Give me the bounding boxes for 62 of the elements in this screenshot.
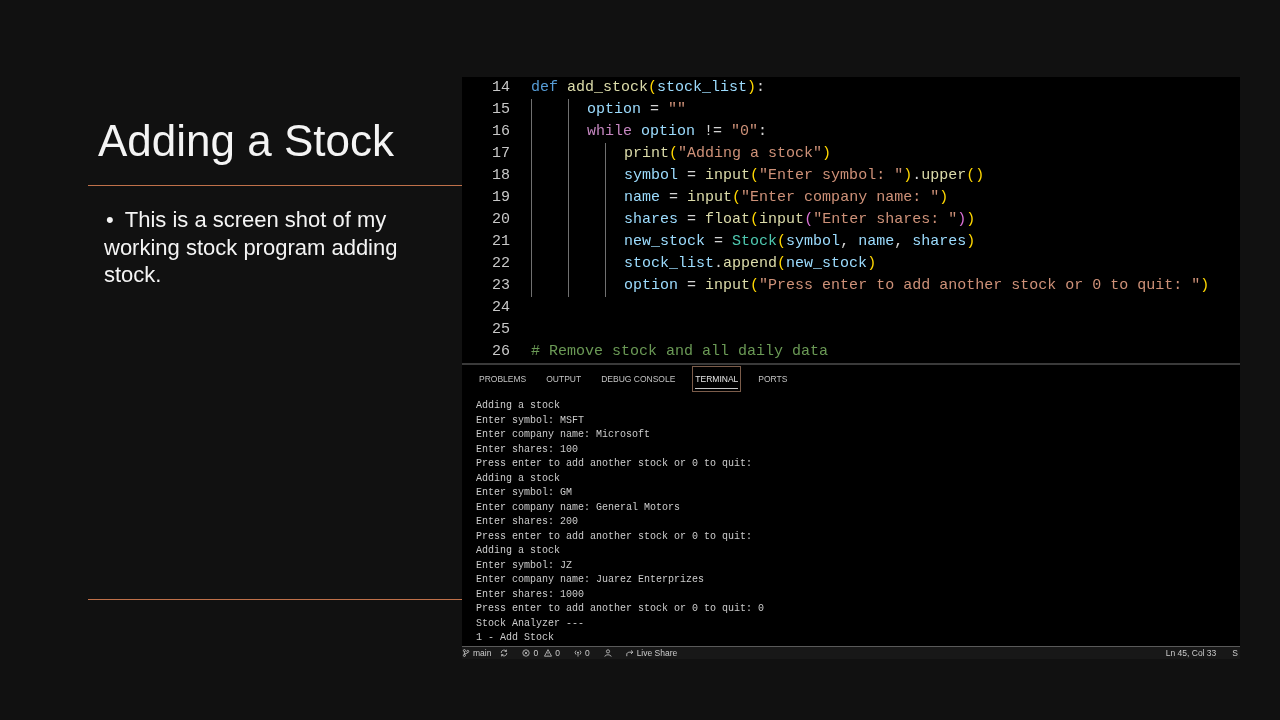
panel-tab[interactable]: PORTS	[755, 366, 791, 392]
line-number: 19	[491, 188, 511, 208]
panel-tab[interactable]: OUTPUT	[543, 366, 585, 392]
terminal-line: Enter company name: Juarez Enterprizes	[476, 573, 705, 587]
code-line: while option != "0":	[587, 122, 768, 142]
error-icon[interactable]	[522, 649, 531, 657]
panel-tab[interactable]: TERMINAL	[692, 366, 742, 392]
terminal-line: Enter shares: 1000	[476, 587, 585, 602]
code-line: shares = float(input("Enter shares: "))	[624, 210, 976, 230]
sync-icon[interactable]	[500, 649, 509, 657]
code-line: # Remove stock and all daily data	[531, 342, 829, 362]
terminal-line: Enter shares: 100	[476, 442, 579, 457]
live-share-button[interactable]: Live Share	[636, 647, 678, 659]
cursor-position[interactable]: Ln 45, Col 33	[1165, 647, 1217, 659]
terminal-line: 1 - Add Stock	[476, 631, 554, 645]
terminal-line: Enter company name: Microsoft	[476, 428, 651, 442]
ports-count[interactable]: 0	[584, 647, 590, 659]
code-line: symbol = input("Enter symbol: ").upper()	[624, 166, 985, 186]
code-line: stock_list.append(new_stock)	[624, 254, 877, 274]
line-number: 18	[491, 166, 511, 186]
antenna-icon[interactable]	[573, 649, 582, 657]
terminal-line: Adding a stock	[476, 544, 560, 558]
code-line: option = ""	[587, 100, 687, 120]
code-line: name = input("Enter company name: ")	[624, 188, 949, 208]
panel-tab[interactable]: PROBLEMS	[476, 366, 530, 392]
terminal-line: Enter shares: 200	[476, 515, 579, 529]
warning-count[interactable]: 0	[555, 647, 560, 659]
person-icon[interactable]	[603, 649, 612, 657]
line-number: 22	[491, 254, 511, 274]
line-number: 21	[491, 232, 511, 252]
line-number: 25	[491, 320, 511, 340]
line-number: 15	[491, 100, 511, 120]
terminal-line: Adding a stock	[476, 471, 560, 486]
terminal-line: Stock Analyzer ---	[476, 616, 585, 631]
line-number: 14	[491, 78, 511, 98]
code-line: option = input("Press enter to add another stock or 0 to quit: ")	[624, 276, 1210, 296]
code-line: print("Adding a stock")	[624, 144, 832, 164]
line-number: 16	[491, 122, 511, 142]
slide-title: Adding a Stock	[98, 116, 394, 167]
code-line: new_stock = Stock(symbol, name, shares)	[624, 232, 976, 252]
error-count[interactable]: 0	[533, 647, 539, 659]
status-item[interactable]: S	[1232, 647, 1238, 659]
terminal-line: Enter symbol: JZ	[476, 558, 572, 573]
line-number: 17	[491, 144, 511, 164]
terminal-line: Enter symbol: GM	[476, 486, 572, 500]
line-number: 20	[491, 210, 511, 230]
terminal-line: Enter symbol: MSFT	[476, 413, 585, 428]
line-number: 26	[491, 342, 511, 362]
warning-icon[interactable]	[544, 649, 553, 657]
panel-tab[interactable]: DEBUG CONSOLE	[598, 366, 679, 392]
terminal-line: Press enter to add another stock or 0 to quit:	[476, 457, 753, 471]
code-line: def add_stock(stock_list):	[531, 78, 766, 98]
line-number: 23	[491, 276, 511, 296]
terminal-line: Press enter to add another stock or 0 to quit: 0	[476, 602, 765, 616]
terminal-line: Adding a stock	[476, 399, 560, 413]
line-number: 24	[491, 298, 511, 318]
terminal-line: Enter company name: General Motors	[476, 500, 681, 515]
bullet-text: • This is a screen shot of my working stock program adding stock.	[104, 206, 399, 289]
share-arrow-icon[interactable]	[625, 649, 634, 657]
terminal-line: Press enter to add another stock or 0 to quit:	[476, 529, 753, 544]
branch-name[interactable]: main	[473, 647, 492, 659]
branch-icon[interactable]	[462, 649, 470, 657]
